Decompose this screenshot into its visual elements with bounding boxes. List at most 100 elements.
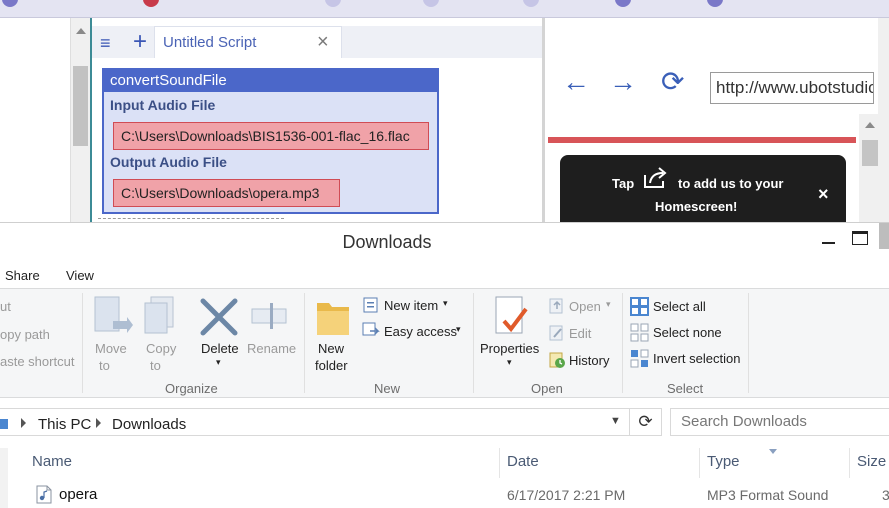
refresh-button[interactable]: ⟳ — [630, 408, 662, 436]
ribbon: ut opy path aste shortcut Move to Copy t… — [0, 288, 889, 398]
scrollbar-thumb[interactable] — [879, 223, 889, 249]
toolbar-button[interactable] — [143, 0, 159, 7]
close-tab-icon[interactable]: × — [317, 31, 329, 54]
edit-button[interactable]: Edit — [569, 326, 591, 341]
popup-close-icon[interactable]: × — [818, 184, 829, 205]
folder-icon — [317, 303, 349, 335]
column-divider[interactable] — [699, 448, 700, 478]
column-header-name[interactable]: Name — [32, 453, 72, 470]
popup-text-tap: Tap — [612, 176, 635, 191]
toolbar-button[interactable] — [615, 0, 631, 7]
properties-icon — [495, 296, 528, 334]
menu-icon[interactable]: ≡ — [100, 34, 116, 52]
tab-share[interactable]: Share — [5, 268, 40, 283]
window-title: Downloads — [342, 232, 432, 252]
new-item-dropdown-icon[interactable]: ▾ — [443, 298, 448, 309]
organize-group-label: Organize — [165, 381, 218, 396]
copy-path-button[interactable]: opy path — [0, 327, 50, 342]
copy-to-button[interactable]: Copy — [146, 341, 176, 356]
scrollbar-thumb[interactable] — [862, 140, 878, 166]
toolbar-button[interactable] — [423, 0, 439, 7]
delete-button[interactable]: Delete — [201, 341, 239, 356]
delete-dropdown-icon[interactable]: ▾ — [216, 357, 221, 368]
copy-to-button-line2[interactable]: to — [150, 358, 161, 373]
script-editor: ≡ + Untitled Script × convertSoundFile I… — [90, 18, 544, 222]
new-item-icon — [363, 297, 378, 313]
table-row[interactable]: opera 6/17/2017 2:21 PM MP3 Format Sound… — [0, 484, 889, 508]
move-to-button[interactable]: Move — [95, 341, 127, 356]
copy-to-icon — [144, 296, 174, 334]
file-type: MP3 Format Sound — [707, 487, 829, 503]
rename-button[interactable]: Rename — [247, 341, 296, 356]
address-history-dropdown-icon[interactable]: ▼ — [610, 415, 624, 427]
input-audio-file-field[interactable]: C:\Users\Downloads\BIS1536-001-flac_16.f… — [113, 122, 429, 150]
reload-icon[interactable]: ⟳ — [661, 68, 684, 96]
new-item-button[interactable]: New item — [384, 298, 438, 313]
history-button[interactable]: History — [569, 353, 609, 368]
scroll-up-arrow-icon[interactable] — [865, 122, 875, 128]
breadcrumb-downloads[interactable]: Downloads — [112, 416, 186, 433]
file-name: opera — [59, 486, 98, 503]
properties-dropdown-icon[interactable]: ▾ — [507, 357, 512, 368]
search-input[interactable]: Search Downloads — [670, 408, 889, 436]
easy-access-dropdown-icon[interactable]: ▾ — [456, 324, 461, 335]
url-input[interactable]: http://www.ubotstudio.com — [710, 72, 874, 104]
column-header-date[interactable]: Date — [507, 453, 539, 470]
column-header-size[interactable]: Size — [857, 453, 886, 470]
input-audio-file-label: Input Audio File — [110, 97, 216, 113]
convert-sound-file-block[interactable]: convertSoundFile Input Audio File C:\Use… — [102, 68, 439, 214]
open-group-label: Open — [531, 381, 563, 396]
minimize-button[interactable] — [820, 229, 838, 255]
easy-access-button[interactable]: Easy access — [384, 324, 457, 339]
back-arrow-icon[interactable]: ← — [562, 68, 590, 96]
toolbar-button[interactable] — [2, 0, 18, 7]
group-divider — [622, 293, 623, 393]
paste-shortcut-button[interactable]: aste shortcut — [0, 354, 74, 369]
properties-button[interactable]: Properties — [480, 341, 539, 356]
popup-text-homescreen: Homescreen! — [655, 199, 738, 214]
new-group-label: New — [374, 381, 401, 396]
add-tab-icon[interactable]: + — [128, 30, 152, 54]
history-icon — [549, 352, 565, 368]
left-panel-scrollbar[interactable] — [70, 18, 90, 222]
tab-view[interactable]: View — [66, 268, 94, 283]
cut-button[interactable]: ut — [0, 299, 11, 314]
toolbar-button[interactable] — [707, 0, 723, 7]
invert-selection-button[interactable]: Invert selection — [653, 351, 740, 366]
output-audio-file-label: Output Audio File — [110, 154, 227, 170]
move-to-button-line2[interactable]: to — [99, 358, 110, 373]
new-folder-button[interactable]: New — [318, 341, 344, 356]
column-divider[interactable] — [849, 448, 850, 478]
tab-untitled-script[interactable]: Untitled Script × — [154, 26, 342, 58]
select-group-label: Select — [667, 381, 704, 396]
easy-access-icon — [362, 322, 380, 336]
right-edge-scrollbar[interactable] — [878, 18, 889, 222]
breadcrumb-this-pc[interactable]: This PC — [38, 416, 91, 433]
toolbar-button[interactable] — [523, 0, 539, 7]
ribbon-tabs: Share View — [0, 262, 889, 288]
column-divider[interactable] — [499, 448, 500, 478]
select-all-button[interactable]: Select all — [653, 299, 706, 314]
breadcrumb-chevron-icon[interactable] — [21, 418, 26, 428]
output-audio-file-field[interactable]: C:\Users\Downloads\opera.mp3 — [113, 179, 340, 207]
forward-arrow-icon[interactable]: → — [609, 68, 637, 96]
open-dropdown-icon[interactable]: ▾ — [606, 299, 611, 310]
scrollbar-thumb[interactable] — [73, 66, 88, 146]
select-none-icon — [630, 323, 649, 342]
file-explorer-window: Downloads Share View ut opy path aste sh… — [0, 222, 889, 508]
delete-icon — [200, 298, 238, 336]
select-none-button[interactable]: Select none — [653, 325, 722, 340]
maximize-button[interactable] — [852, 231, 868, 245]
edit-icon — [549, 325, 563, 341]
folder-location-icon — [0, 419, 8, 429]
scroll-up-arrow-icon[interactable] — [76, 28, 86, 34]
explorer-titlebar[interactable]: Downloads — [0, 222, 889, 262]
toolbar-button[interactable] — [325, 0, 341, 7]
add-to-homescreen-popup: Tap to add us to your Homescreen! × — [560, 155, 846, 222]
new-folder-button-line2[interactable]: folder — [315, 358, 348, 373]
group-divider — [82, 293, 83, 393]
open-button[interactable]: Open — [569, 299, 601, 314]
breadcrumb-chevron-icon[interactable] — [96, 418, 101, 428]
address-bar[interactable]: This PC Downloads ▼ — [0, 408, 630, 436]
column-header-type[interactable]: Type — [707, 453, 740, 470]
